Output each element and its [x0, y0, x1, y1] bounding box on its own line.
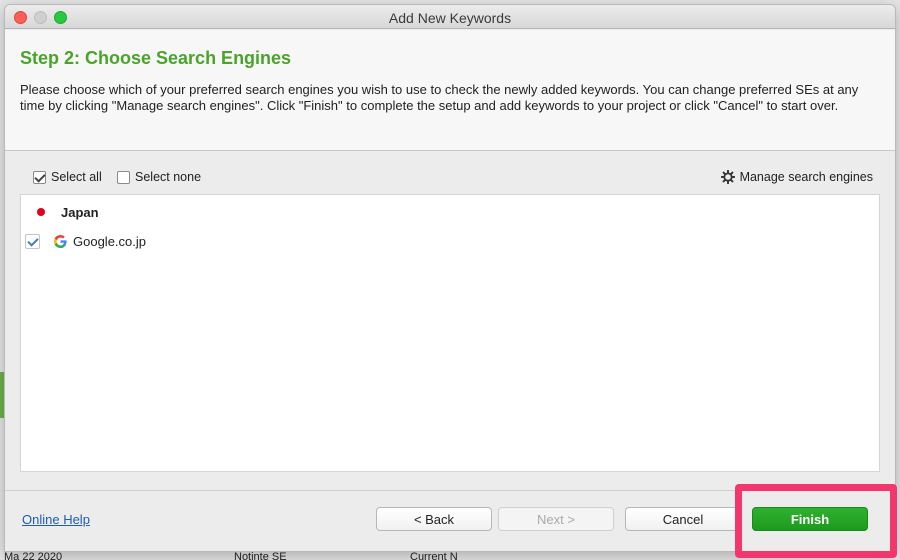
selection-toolbar: Select all Select none Manage search eng…: [5, 167, 895, 189]
select-none-checkbox[interactable]: Select none: [117, 170, 201, 184]
select-none-label: Select none: [135, 170, 202, 184]
search-engine-label: Google.co.jp: [73, 233, 146, 249]
background-column-text: Notinte SE: [234, 551, 287, 560]
add-keywords-dialog: Add New Keywords Step 2: Choose Search E…: [4, 4, 896, 552]
back-button[interactable]: < Back: [376, 507, 492, 531]
search-engine-row[interactable]: Google.co.jp: [21, 231, 146, 251]
step-description: Please choose which of your preferred se…: [20, 82, 859, 113]
cancel-button[interactable]: Cancel: [625, 507, 741, 531]
next-button[interactable]: Next >: [498, 507, 614, 531]
select-all-checkbox[interactable]: Select all: [33, 170, 102, 184]
search-engine-checkbox[interactable]: [25, 233, 40, 249]
step-title: Step 2: Choose Search Engines: [20, 48, 292, 68]
window-title: Add New Keywords: [388, 10, 512, 26]
background-date-text: Ma 22 2020: [4, 551, 63, 560]
checkbox-checked-icon: [33, 170, 46, 184]
search-engine-list: Japan Google.co.jp: [20, 194, 880, 472]
background-column-text: Current N: [410, 551, 458, 560]
finish-button[interactable]: Finish: [752, 507, 868, 531]
select-all-label: Select all: [51, 170, 102, 184]
japan-flag-icon: [33, 204, 49, 220]
online-help-link[interactable]: Online Help: [22, 512, 90, 527]
country-group-label: Japan: [61, 204, 99, 220]
manage-search-engines-label: Manage search engines: [739, 170, 873, 184]
country-group-row: Japan: [21, 203, 99, 221]
step-header: Step 2: Choose Search Engines Please cho…: [5, 30, 895, 151]
checkbox-unchecked-icon: [117, 170, 130, 184]
title-bar: Add New Keywords: [5, 5, 895, 29]
gear-icon: [720, 170, 735, 184]
google-icon: [54, 234, 67, 248]
manage-search-engines-button[interactable]: Manage search engines: [720, 170, 873, 184]
